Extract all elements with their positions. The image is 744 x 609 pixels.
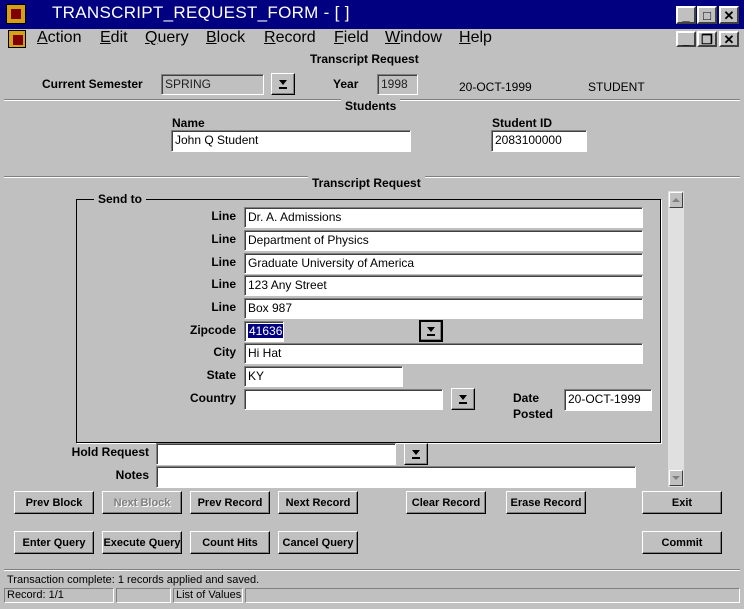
city-label: City [213,345,236,359]
minimize-icon: _ [682,7,690,23]
line-label: Line [211,209,236,223]
user-role: STUDENT [588,80,645,94]
next-block-button[interactable]: Next Block [102,491,182,514]
enter-query-button[interactable]: Enter Query [14,531,94,554]
zipcode-dropdown-button[interactable] [419,320,443,342]
scroll-down-button[interactable] [669,470,683,486]
address-line-4[interactable]: 123 Any Street [244,275,643,296]
minimize-icon: _ [682,31,690,47]
doc-minimize-button[interactable]: _ [676,31,696,47]
student-id-label: Student ID [492,116,552,130]
hold-request-dropdown-button[interactable] [404,443,428,465]
menu-window[interactable]: Window [385,29,442,47]
execute-query-button[interactable]: Execute Query [102,531,182,554]
erase-record-button[interactable]: Erase Record [506,491,586,514]
country-dropdown-button[interactable] [451,388,475,410]
students-section-title: Students [341,99,401,113]
chevron-down-icon [412,449,420,459]
hold-request-field[interactable] [156,443,396,465]
year-label: Year [333,77,359,91]
next-record-button[interactable]: Next Record [278,491,358,514]
send-to-label: Send to [94,192,146,206]
status-cell [245,588,740,603]
status-list-of-values: List of Values [176,589,242,601]
chevron-down-icon [279,79,287,89]
menu-record[interactable]: Record [264,29,316,47]
menu-help[interactable]: Help [459,29,492,47]
address-line-2[interactable]: Department of Physics [244,230,643,251]
line-label: Line [211,300,236,314]
menu-query[interactable]: Query [145,29,189,47]
chevron-down-icon [427,326,435,336]
window-title: TRANSCRIPT_REQUEST_FORM - [ ] [52,3,350,22]
state-field[interactable]: KY [244,366,403,387]
address-line-1[interactable]: Dr. A. Admissions [244,207,643,228]
arrow-up-icon [672,198,680,202]
country-field[interactable] [244,389,443,410]
menu-block[interactable]: Block [206,29,245,47]
hold-request-label: Hold Request [71,445,149,459]
status-message: Transaction complete: 1 records applied … [7,574,260,586]
close-icon: ✕ [723,31,735,47]
country-label: Country [190,391,236,405]
semester-dropdown-button[interactable] [271,73,295,95]
arrow-down-icon [672,476,680,480]
student-id-field[interactable]: 2083100000 [491,130,587,152]
clear-record-button[interactable]: Clear Record [406,491,486,514]
doc-close-button[interactable]: ✕ [719,31,739,47]
exit-button[interactable]: Exit [642,491,722,514]
name-field[interactable]: John Q Student [171,130,411,152]
document-icon[interactable] [8,30,26,48]
menu-action[interactable]: Action [37,29,81,47]
date-posted-label: Date [513,391,540,405]
doc-restore-button[interactable]: ❐ [697,31,717,47]
divider [4,569,740,571]
line-label: Line [211,277,236,291]
city-field[interactable]: Hi Hat [244,343,643,364]
record-scrollbar[interactable] [668,191,684,487]
line-label: Line [211,232,236,246]
prev-block-button[interactable]: Prev Block [14,491,94,514]
status-record: Record: 1/1 [7,589,64,601]
scroll-up-button[interactable] [669,192,683,208]
prev-record-button[interactable]: Prev Record [190,491,270,514]
maximize-button[interactable]: □ [697,6,717,24]
notes-field[interactable] [156,466,636,488]
name-label: Name [172,116,205,130]
zipcode-field[interactable]: 41636 [244,321,284,342]
zipcode-label: Zipcode [189,323,236,337]
semester-field[interactable]: SPRING [161,74,264,95]
address-line-5[interactable]: Box 987 [244,298,643,319]
current-date: 20-OCT-1999 [459,80,532,94]
year-field[interactable]: 1998 [377,74,418,95]
menu-edit[interactable]: Edit [100,29,128,47]
menu-bar: Action Edit Query Block Record Field Win… [0,29,744,49]
forms-app-icon[interactable] [6,4,26,24]
semester-label: Current Semester [42,77,143,91]
maximize-icon: □ [703,7,711,23]
menu-field[interactable]: Field [334,29,369,47]
state-label: State [206,368,236,382]
zipcode-value: 41636 [248,324,283,338]
close-icon: ✕ [723,7,735,23]
chevron-down-icon [459,394,467,404]
transcript-request-section-title: Transcript Request [308,176,425,190]
count-hits-button[interactable]: Count Hits [190,531,270,554]
date-posted-label-2: Posted [513,407,554,421]
date-posted-field[interactable]: 20-OCT-1999 [564,389,652,411]
title-bar: TRANSCRIPT_REQUEST_FORM - [ ] _ □ ✕ [0,0,744,29]
notes-label: Notes [115,468,149,482]
cancel-query-button[interactable]: Cancel Query [278,531,358,554]
minimize-button[interactable]: _ [676,6,696,24]
line-label: Line [211,255,236,269]
restore-icon: ❐ [701,31,713,47]
form-title: Transcript Request [310,52,419,66]
commit-button[interactable]: Commit [642,531,722,554]
address-line-3[interactable]: Graduate University of America [244,253,643,274]
close-button[interactable]: ✕ [719,6,739,24]
status-cell [116,588,171,603]
